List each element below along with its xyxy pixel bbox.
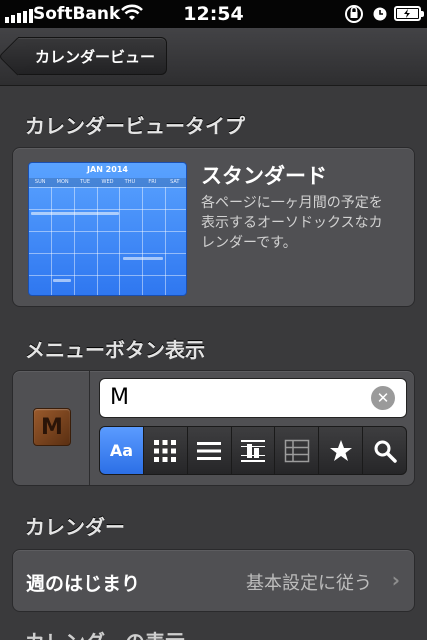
list-style-option[interactable]: [188, 427, 232, 474]
weekday-label: FRI: [148, 179, 157, 185]
thumbnail-month: JAN 2014: [87, 165, 128, 174]
grid-style-option[interactable]: [144, 427, 188, 474]
week-start-label: 週のはじまり: [26, 573, 141, 595]
menu-icon-cell[interactable]: M: [13, 371, 90, 485]
alarm-icon: [372, 4, 388, 27]
weekday-label: MON: [56, 179, 69, 185]
text-style-option[interactable]: Aa: [100, 427, 144, 474]
calendar-header: カレンダー: [25, 515, 125, 539]
view-type-card[interactable]: JAN 2014 SUN MON TUE WED THU FRI SAT スタン…: [12, 147, 415, 307]
grid-icon: [154, 439, 177, 462]
week-start-row[interactable]: 週のはじまり 基本設定に従う ›: [12, 549, 415, 612]
thumbnail-weekdays: SUN MON TUE WED THU FRI SAT: [29, 178, 186, 187]
back-button-label: カレンダービュー: [34, 47, 155, 66]
menu-style-segmented-control: Aa: [99, 426, 407, 475]
view-type-header: カレンダービュータイプ: [25, 114, 245, 138]
star-style-option[interactable]: [319, 427, 364, 474]
menu-button-header: メニューボタン表示: [25, 338, 205, 362]
timeline-style-option[interactable]: [232, 427, 276, 474]
navigation-bar: カレンダービュー: [0, 28, 427, 86]
rotation-lock-icon: [343, 4, 365, 29]
back-button[interactable]: カレンダービュー: [18, 37, 167, 75]
next-section-header: カレンダーの表示: [25, 622, 185, 640]
chevron-right-icon: ›: [391, 568, 400, 592]
weekday-label: THU: [124, 179, 136, 185]
star-icon: [329, 439, 352, 461]
list-icon: [197, 441, 222, 460]
search-icon: [374, 440, 397, 463]
calendar-thumbnail: JAN 2014 SUN MON TUE WED THU FRI SAT: [28, 162, 187, 296]
weekday-label: TUE: [80, 179, 90, 185]
timeline-icon: [241, 439, 265, 462]
week-start-value: 基本設定に従う: [246, 573, 372, 594]
menu-title-input[interactable]: M: [99, 378, 407, 418]
weekday-label: SAT: [170, 179, 180, 185]
table-style-option[interactable]: [275, 427, 320, 474]
view-type-title: スタンダード: [201, 164, 327, 188]
search-style-option[interactable]: [363, 427, 406, 474]
menu-button-preview-icon[interactable]: M: [33, 408, 71, 446]
menu-button-card: M M ✕ Aa: [12, 370, 415, 486]
status-bar: SoftBank 12:54: [0, 0, 427, 28]
weekday-label: SUN: [34, 179, 46, 185]
text-aa-icon: Aa: [109, 441, 134, 460]
view-type-description: 各ページに一ヶ月間の予定を表示するオーソドックスなカレンダーです。: [201, 195, 383, 251]
battery-icon: [394, 6, 424, 21]
weekday-label: WED: [101, 179, 114, 185]
table-icon: [284, 439, 310, 462]
clear-icon[interactable]: ✕: [371, 386, 395, 410]
